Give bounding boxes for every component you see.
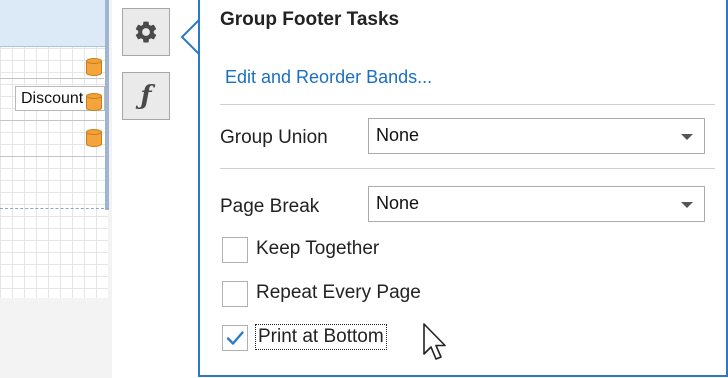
table-row-border [0, 156, 104, 157]
group-union-combobox[interactable]: None [368, 118, 705, 154]
page-break-combobox[interactable]: None [368, 186, 705, 222]
page-break-value: None [376, 193, 420, 213]
mouse-cursor-icon [423, 323, 446, 360]
expression-button[interactable]: ƒ [122, 72, 170, 120]
table-row-border [0, 78, 104, 79]
print-at-bottom-label[interactable]: Print at Bottom [255, 324, 387, 350]
checkmark-icon [226, 331, 244, 345]
separator [220, 104, 715, 105]
report-designer-surface: Discount [0, 0, 112, 378]
database-field-icon[interactable] [86, 93, 102, 112]
keep-together-checkbox[interactable] [222, 237, 248, 263]
repeat-every-page-label[interactable]: Repeat Every Page [256, 282, 421, 304]
group-footer-tasks-panel: Group Footer Tasks Edit and Reorder Band… [198, 0, 728, 377]
repeat-every-page-checkbox[interactable] [222, 281, 248, 307]
keep-together-label[interactable]: Keep Together [256, 238, 379, 260]
band-selection-frame [105, 0, 109, 210]
group-union-label: Group Union [220, 127, 328, 148]
dropdown-arrow-icon[interactable] [681, 202, 693, 208]
band-bottom-boundary [0, 208, 109, 209]
database-field-icon[interactable] [86, 58, 102, 77]
panel-title: Group Footer Tasks [220, 9, 400, 30]
table-row-border [0, 120, 104, 121]
separator [220, 168, 715, 169]
print-at-bottom-checkbox[interactable] [222, 325, 248, 351]
database-field-icon[interactable] [86, 129, 102, 148]
edit-reorder-bands-link[interactable]: Edit and Reorder Bands... [225, 67, 432, 88]
page-break-label: Page Break [220, 196, 320, 217]
function-icon: ƒ [140, 81, 152, 111]
group-header-band[interactable] [0, 0, 108, 47]
dropdown-arrow-icon[interactable] [681, 134, 693, 140]
tasks-button[interactable] [122, 8, 170, 56]
group-union-value: None [376, 125, 420, 145]
gear-icon [135, 21, 157, 43]
